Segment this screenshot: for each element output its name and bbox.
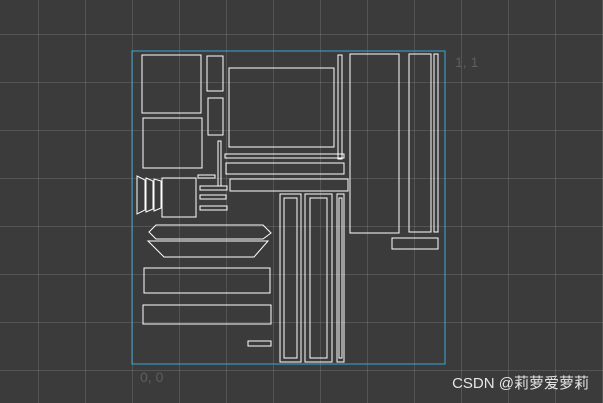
uv-island [338,197,343,359]
uv-island [349,53,400,234]
uv-island [217,140,222,187]
watermark-text: CSDN @莉萝爱萝莉 [452,375,589,392]
uv-island [391,237,439,250]
uv-island [142,304,272,325]
uv-island [148,224,272,240]
uv-coordinate-label-bottom-left: 0, 0 [140,369,164,385]
uv-island [337,54,343,160]
uv-editor-canvas[interactable] [0,0,603,403]
uv-island [145,177,154,213]
uv-island [207,97,224,136]
uv-island [229,178,349,192]
uv-island [283,197,298,359]
uv-island [247,340,272,347]
uv-island [143,267,271,294]
uv-islands [136,53,439,363]
uv-island [142,117,203,169]
uv-island [225,162,345,175]
uv-island [228,67,335,148]
uv-island [336,193,345,363]
uv-island [408,53,432,233]
uv-island [199,205,228,211]
uv-island [141,54,202,114]
uv-island [279,193,302,363]
uv-island [161,177,197,218]
uv-island [224,153,345,159]
uv-island [199,185,228,191]
uv-island [199,194,227,200]
uv-bounds-frame [131,50,446,365]
uv-island [304,193,333,363]
uv-island [433,53,439,233]
uv-island [206,55,224,92]
uv-island [136,175,146,215]
uv-island [146,240,270,258]
uv-island [197,174,216,179]
uv-coordinate-label-top-right: 1, 1 [455,54,479,70]
uv-island [309,197,328,359]
uv-island [153,178,162,212]
